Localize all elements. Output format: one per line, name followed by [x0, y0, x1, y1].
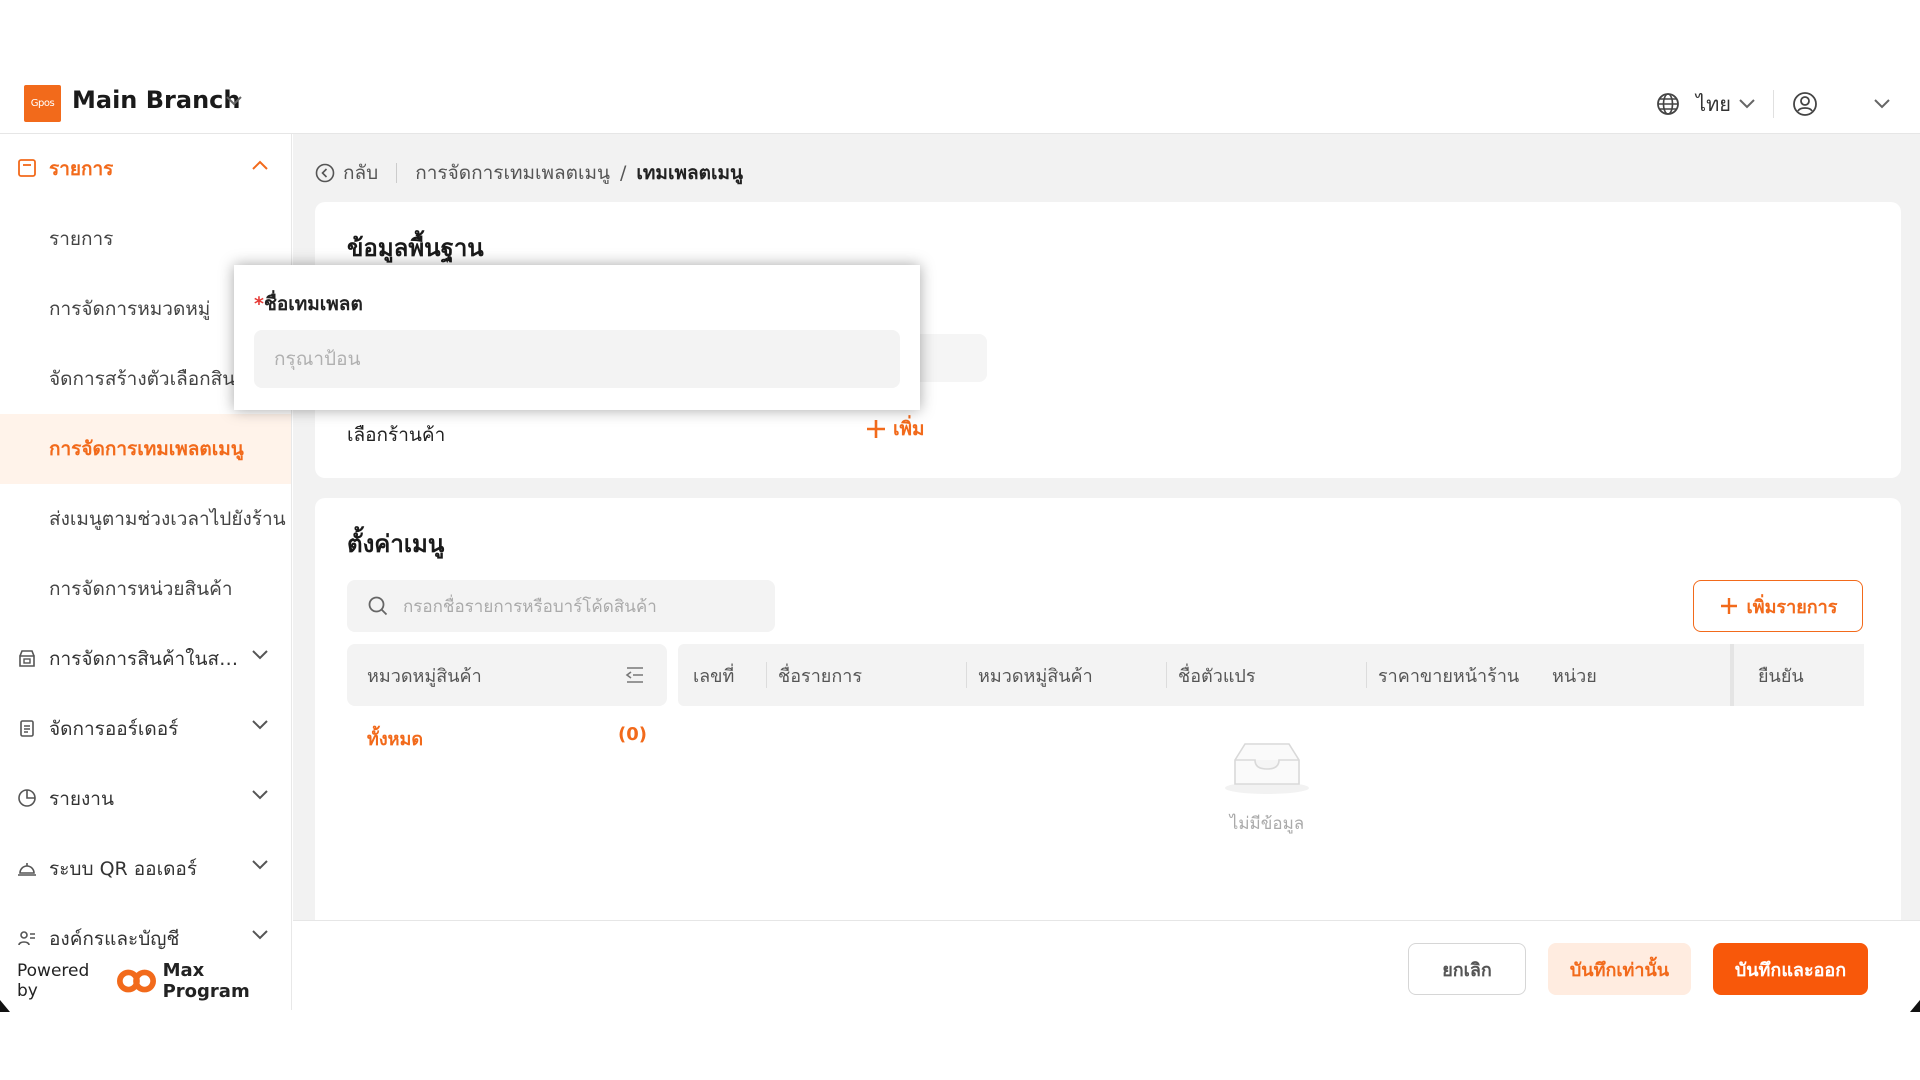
sidebar-item-menu-templates[interactable]: การจัดการเทมเพลตเมนู: [0, 414, 291, 484]
globe-icon[interactable]: [1656, 92, 1680, 116]
add-store-label: เพิ่ม: [893, 418, 925, 440]
search-icon: [368, 596, 388, 616]
chevron-down-icon[interactable]: [1874, 99, 1890, 109]
chevron-down-icon[interactable]: [1739, 99, 1755, 109]
select-store-label: เลือกร้านค้า: [347, 424, 446, 446]
required-mark: *: [254, 293, 264, 315]
chevron-down-icon: [252, 860, 268, 870]
items-table-header: เลขที่ ชื่อรายการ หมวดหมู่สินค้า ชื่อตัว…: [678, 644, 1864, 706]
add-item-button[interactable]: เพิ่มรายการ: [1693, 580, 1863, 632]
sidebar-group-label: รายงาน: [49, 788, 114, 810]
chevron-down-icon[interactable]: [226, 96, 242, 106]
column-confirm: ยืนยัน: [1758, 665, 1804, 687]
sidebar-item-scheduled-menu[interactable]: ส่งเมนูตามช่วงเวลาไปยังร้าน: [0, 484, 291, 554]
category-header-label: หมวดหมู่สินค้า: [367, 665, 482, 687]
chevron-down-icon: [252, 930, 268, 940]
sidebar-item-label: การจัดการหน่วยสินค้า: [49, 578, 233, 600]
template-name-placeholder: กรุณาป้อน: [274, 348, 361, 370]
menu-settings-card: ตั้งค่าเมนู กรอกชื่อรายการหรือบาร์โค้ดสิ…: [315, 498, 1901, 938]
save-only-button[interactable]: บันทึกเท่านั้น: [1548, 943, 1691, 995]
collapse-list-icon[interactable]: [625, 666, 645, 684]
empty-inbox-icon: [1225, 743, 1309, 794]
sidebar-group-label: จัดการออร์เดอร์: [49, 718, 179, 740]
sidebar-group-label: รายการ: [49, 158, 114, 180]
column-store-price: ราคาขายหน้าร้าน: [1365, 644, 1519, 706]
clipboard-icon: [20, 720, 34, 737]
top-header: Gpos Main Branch ไทย: [0, 72, 1920, 134]
powered-by: Powered by Max Program: [17, 960, 291, 1002]
sidebar-item-units[interactable]: การจัดการหน่วยสินค้า: [0, 554, 291, 624]
add-item-label: เพิ่มรายการ: [1746, 596, 1838, 618]
add-store-button[interactable]: เพิ่ม: [865, 414, 925, 444]
branch-name[interactable]: Main Branch: [72, 86, 240, 114]
sidebar-group-label: ระบบ QR ออเดอร์: [49, 858, 198, 880]
template-name-input[interactable]: กรุณาป้อน: [254, 330, 900, 388]
language-label[interactable]: ไทย: [1696, 88, 1731, 120]
sidebar-item-label: การจัดการหมวดหมู่: [49, 298, 211, 320]
template-name-label-text: ชื่อเทมเพลต: [263, 293, 363, 315]
header-divider: [1773, 90, 1774, 118]
template-name-popup: *ชื่อเทมเพลต กรุณาป้อน: [234, 265, 920, 410]
sidebar-group-qr-order[interactable]: ระบบ QR ออเดอร์: [0, 834, 292, 904]
sidebar-group-items[interactable]: รายการ: [0, 134, 292, 204]
powered-by-text: Powered by: [17, 961, 90, 1001]
breadcrumb-separator: /: [620, 162, 627, 184]
category-panel-header: หมวดหมู่สินค้า: [347, 644, 667, 706]
pie-chart-icon: [18, 789, 36, 807]
column-category: หมวดหมู่สินค้า: [966, 644, 1093, 706]
save-and-exit-button[interactable]: บันทึกและออก: [1713, 943, 1868, 995]
max-program-logo-icon: [116, 969, 156, 993]
search-placeholder: กรอกชื่อรายการหรือบาร์โค้ดสินค้า: [403, 596, 657, 617]
column-number: เลขที่: [693, 665, 735, 687]
back-circle-icon[interactable]: [315, 163, 335, 183]
empty-state: ไม่มีข้อมูล: [1221, 738, 1313, 837]
chevron-down-icon: [252, 650, 268, 660]
list-box-icon: [18, 159, 36, 177]
basic-info-title: ข้อมูลพื้นฐาน: [347, 234, 484, 262]
main-content: กลับ การจัดการเทมเพลตเมนู / เทมเพลตเมนู …: [293, 134, 1920, 938]
sidebar-item-items[interactable]: รายการ: [0, 204, 291, 274]
service-bell-icon: [18, 863, 36, 876]
sidebar-group-label: องค์กรและบัญชี: [49, 928, 180, 950]
chevron-down-icon: [252, 720, 268, 730]
column-item-name: ชื่อรายการ: [765, 644, 862, 706]
sidebar-item-label: รายการ: [49, 228, 114, 250]
powered-by-brand: Max Program: [162, 960, 250, 1002]
store-icon: [19, 650, 35, 667]
sidebar-group-inventory[interactable]: การจัดการสินค้าในสต็...: [0, 624, 292, 694]
menu-settings-title: ตั้งค่าเมนู: [347, 530, 445, 558]
sidebar-item-label: จัดการสร้างตัวเลือกสินค้า: [49, 368, 259, 390]
chevron-up-icon: [252, 160, 268, 170]
category-item-all[interactable]: ทั้งหมด (0): [367, 724, 647, 753]
fixed-column-shadow: [1730, 644, 1734, 706]
sidebar-group-reports[interactable]: รายงาน: [0, 764, 292, 834]
column-variant-name: ชื่อตัวแปร: [1166, 644, 1256, 706]
category-all-label: ทั้งหมด: [367, 729, 424, 750]
header-right: ไทย: [1656, 86, 1890, 122]
action-footer: ยกเลิก บันทึกเท่านั้น บันทึกและออก: [293, 920, 1920, 1010]
app-window: Gpos Main Branch ไทย รายการ รายการ การจั…: [0, 0, 1920, 1080]
breadcrumb-parent[interactable]: การจัดการเทมเพลตเมนู: [415, 158, 610, 188]
chevron-down-icon: [252, 790, 268, 800]
breadcrumb-current: เทมเพลตเมนู: [636, 162, 743, 184]
breadcrumb-divider: [396, 163, 398, 183]
sidebar-item-label: การจัดการเทมเพลตเมนู: [49, 438, 244, 460]
gpos-logo: Gpos: [24, 85, 61, 122]
user-avatar-icon[interactable]: [1792, 91, 1818, 117]
empty-text: ไม่มีข้อมูล: [1229, 814, 1305, 834]
template-name-label: *ชื่อเทมเพลต: [254, 289, 363, 319]
sidebar-group-label: การจัดการสินค้าในสต็...: [49, 648, 239, 670]
column-unit: หน่วย: [1552, 665, 1597, 687]
sidebar-item-label: ส่งเมนูตามช่วงเวลาไปยังร้าน: [49, 508, 286, 530]
plus-icon: [867, 420, 885, 438]
breadcrumb: กลับ การจัดการเทมเพลตเมนู / เทมเพลตเมนู: [315, 158, 743, 188]
people-icon: [18, 931, 35, 946]
cancel-button[interactable]: ยกเลิก: [1408, 943, 1526, 995]
category-all-count: (0): [618, 724, 647, 745]
search-input[interactable]: กรอกชื่อรายการหรือบาร์โค้ดสินค้า: [347, 580, 775, 632]
plus-icon: [1720, 598, 1737, 614]
back-link[interactable]: กลับ: [343, 158, 378, 188]
sidebar-group-orders[interactable]: จัดการออร์เดอร์: [0, 694, 292, 764]
